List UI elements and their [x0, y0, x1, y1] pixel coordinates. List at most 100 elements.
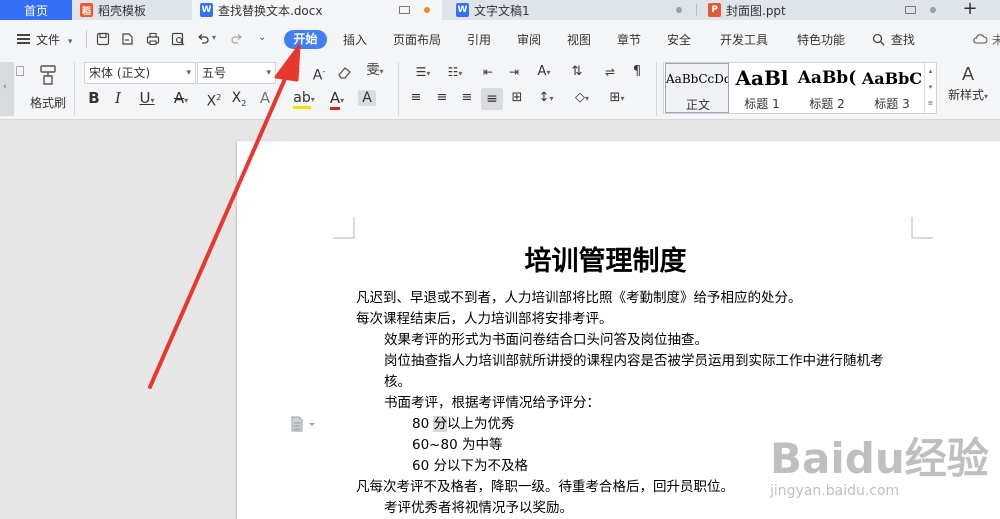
tab-start[interactable]: 开始 — [284, 30, 327, 49]
menu-file[interactable]: 文件 ▾ — [36, 31, 72, 49]
search-command[interactable]: 查找 — [872, 31, 915, 49]
clear-formatting-icon[interactable] — [337, 65, 353, 79]
tab-security[interactable]: 安全 — [667, 31, 691, 49]
tab-text-doc-1[interactable]: W 文字文稿1 — [448, 0, 694, 20]
customize-toolbar-icon[interactable]: ⌄ — [258, 32, 266, 43]
menu-file-label: 文件 — [36, 33, 61, 47]
doc-paragraph[interactable]: 效果考评的形式为书面问卷结合口头问答及岗位抽查。 — [384, 330, 708, 351]
tab-review[interactable]: 审阅 — [517, 31, 541, 49]
doc-paragraph[interactable]: 60 分以下为不及格 — [412, 456, 528, 477]
align-center-icon[interactable]: ≡ — [433, 90, 451, 106]
print-icon[interactable] — [146, 32, 160, 46]
borders-icon[interactable]: ⊞▾ — [604, 90, 630, 107]
tab-insert[interactable]: 插入 — [343, 31, 367, 49]
text-direction-icon[interactable]: A▾ — [531, 64, 557, 81]
paragraph-marks-icon[interactable]: ¶ — [628, 64, 646, 80]
character-shading-icon[interactable]: A — [358, 90, 376, 106]
style-heading-2[interactable]: AaBb( 标题 2 — [795, 63, 859, 113]
undo-dropdown-icon[interactable]: ▾ — [212, 33, 216, 42]
line-spacing-icon[interactable]: ↕▾ — [533, 90, 559, 107]
show-marks-icon[interactable]: ⇌ — [600, 64, 620, 80]
sort-icon[interactable]: ⇅ — [567, 64, 587, 80]
highlight-color-icon[interactable]: ab▾ — [289, 90, 319, 109]
distributed-align-icon[interactable]: ⊞ — [508, 90, 526, 106]
style-name: 标题 3 — [874, 97, 910, 111]
font-color-icon[interactable]: A▾ — [324, 89, 350, 110]
clipboard-partial-icon[interactable]: ⎕ — [16, 64, 24, 80]
tab-view[interactable]: 视图 — [567, 31, 591, 49]
tab-status-dot-icon — [676, 7, 682, 13]
search-label: 查找 — [890, 33, 915, 47]
monitor-icon[interactable] — [905, 6, 916, 14]
toolbar-divider — [86, 30, 87, 48]
align-right-icon[interactable]: ≡ — [458, 90, 476, 106]
tab-special-features[interactable]: 特色功能 — [797, 31, 845, 49]
document-title[interactable]: 培训管理制度 — [237, 244, 974, 280]
shading-icon[interactable]: ◇▾ — [569, 90, 595, 107]
hamburger-menu-icon[interactable] — [17, 34, 30, 44]
style-normal[interactable]: AaBbCcDd 正文 — [665, 63, 729, 113]
ribbon-divider — [74, 62, 75, 116]
selected-text[interactable]: 分 — [433, 416, 447, 432]
tab-page-layout[interactable]: 页面布局 — [393, 31, 441, 49]
ribbon-collapse-handle[interactable]: ‹ — [0, 62, 14, 116]
format-painter-button[interactable]: 格式刷 — [28, 62, 68, 114]
print-preview-icon[interactable] — [171, 32, 185, 46]
monitor-icon[interactable] — [399, 6, 410, 14]
ribbon-divider — [398, 62, 399, 116]
doc-paragraph[interactable]: 60~80 为中等 — [412, 435, 502, 456]
decrease-indent-icon[interactable]: ⇤ — [478, 64, 498, 80]
italic-icon[interactable]: I — [110, 90, 126, 106]
strikethrough-icon[interactable]: A▾ — [168, 90, 194, 109]
styles-scroll[interactable]: ▴ ▾ ≡ — [924, 63, 936, 113]
doc-paragraph[interactable]: 每次课程结束后，人力培训部将安排考评。 — [356, 309, 613, 330]
doc-paragraph[interactable]: 凡每次考评不及格者，降职一级。待重考合格后，回升员职位。 — [356, 477, 734, 498]
new-style-icon: A — [961, 64, 975, 85]
bold-icon[interactable]: B — [86, 90, 102, 106]
font-name-select[interactable]: 宋体 (正文) ▾ — [84, 62, 196, 84]
doc-text-run: 以上为优秀 — [446, 416, 515, 432]
export-pdf-icon[interactable] — [120, 32, 134, 46]
grow-font-icon[interactable]: A+ — [281, 64, 303, 83]
underline-icon[interactable]: U▾ — [136, 90, 158, 109]
cloud-sync-status[interactable]: 未 — [972, 31, 1000, 49]
numbered-list-icon[interactable]: ☷▾ — [442, 64, 468, 82]
style-sample: AaBl — [735, 66, 789, 90]
baidu-jingyan-watermark: Baidu经验 jingyan.baidu.com — [760, 405, 1000, 519]
ppt-doc-icon: P — [708, 3, 721, 17]
justify-icon[interactable]: ≡ — [481, 88, 503, 110]
style-heading-1[interactable]: AaBl 标题 1 — [730, 63, 794, 113]
undo-icon[interactable] — [196, 32, 210, 46]
font-size-select[interactable]: 五号 ▾ — [197, 62, 276, 84]
watermark-url: jingyan.baidu.com — [770, 483, 900, 499]
doc-paragraph[interactable]: 岗位抽查指人力培训部就所讲授的课程内容是否被学员运用到实际工作中进行随机考 — [384, 351, 884, 372]
tab-find-replace-doc[interactable]: W 查找替换文本.docx — [192, 0, 442, 20]
doc-paragraph[interactable]: 凡迟到、早退或不到者，人力培训部将比照《考勤制度》给予相应的处分。 — [356, 288, 802, 309]
doc-paragraph[interactable]: 考评优秀者将视情况予以奖励。 — [384, 498, 573, 519]
tab-cover-ppt[interactable]: P 封面图.ppt — [700, 0, 948, 20]
new-style-button[interactable]: A 新样式▾ — [944, 64, 992, 114]
phonetic-guide-icon[interactable]: 雯▾ — [362, 63, 388, 80]
tab-reference[interactable]: 引用 — [467, 31, 491, 49]
doc-text-run: 80 — [412, 416, 434, 432]
doc-paragraph[interactable]: 核。 — [384, 372, 411, 393]
chevron-down-icon: ▾ — [67, 37, 73, 47]
superscript-icon[interactable]: X2 — [204, 90, 224, 110]
tab-docer-templates[interactable]: 稻 稻壳模板 — [80, 0, 190, 20]
save-icon[interactable] — [96, 32, 110, 46]
tab-chapter[interactable]: 章节 — [617, 31, 641, 49]
shrink-font-icon[interactable]: A- — [309, 64, 329, 84]
increase-indent-icon[interactable]: ⇥ — [504, 64, 524, 80]
paragraph-layout-icon[interactable] — [290, 416, 318, 432]
align-left-icon[interactable]: ≡ — [407, 90, 425, 106]
tab-home[interactable]: 首页 — [0, 0, 72, 20]
style-heading-3[interactable]: AaBbC 标题 3 — [860, 63, 924, 113]
subscript-icon[interactable]: X2 — [229, 90, 249, 112]
doc-paragraph[interactable]: 书面考评，根据考评情况给予评分： — [384, 393, 600, 414]
new-tab-button[interactable]: + — [950, 0, 990, 20]
doc-paragraph[interactable]: 80 分以上为优秀 — [412, 414, 514, 435]
text-effect-icon[interactable]: A — [256, 90, 274, 106]
bullet-list-icon[interactable]: ☰▾ — [410, 64, 436, 82]
tab-developer-tools[interactable]: 开发工具 — [720, 31, 768, 49]
redo-icon[interactable] — [230, 32, 244, 46]
